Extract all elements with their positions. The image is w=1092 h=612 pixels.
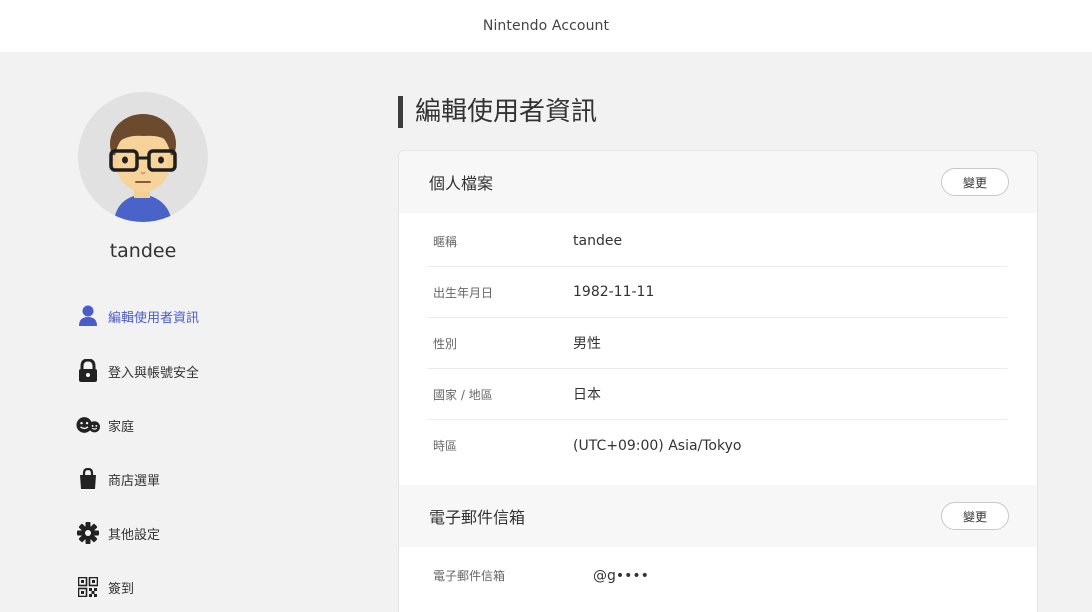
sidebar-item-family[interactable]: 家庭	[76, 411, 134, 439]
sidebar-item-label: 編輯使用者資訊	[108, 310, 200, 326]
field-value: 男性	[573, 336, 601, 352]
user-info-card: 個人檔案 變更 暱稱 tandee 出生年月日 1982-11-11 性別 男性…	[398, 150, 1038, 612]
sidebar-item-other-settings[interactable]: 其他設定	[76, 519, 160, 547]
info-row-timezone: 時區 (UTC+09:00) Asia/Tokyo	[427, 420, 1007, 471]
profile-section-header: 個人檔案 變更	[399, 151, 1037, 213]
info-row-email: 電子郵件信箱 @g••••	[427, 550, 1007, 601]
info-row-birthday: 出生年月日 1982-11-11	[427, 267, 1007, 318]
sidebar-item-label: 其他設定	[108, 527, 161, 543]
shopping-bag-icon	[76, 467, 100, 491]
app-title: Nintendo Account	[482, 18, 610, 34]
sidebar-item-label: 商店選單	[108, 473, 161, 489]
info-row-gender: 性別 男性	[427, 318, 1007, 369]
field-value: (UTC+09:00) Asia/Tokyo	[573, 437, 742, 454]
email-section-header: 電子郵件信箱 變更	[399, 485, 1037, 547]
section-title: 電子郵件信箱	[429, 508, 526, 527]
field-label: 電子郵件信箱	[433, 569, 506, 583]
qr-code-icon	[76, 575, 100, 599]
mii-avatar-icon	[109, 114, 177, 222]
info-row-nickname: 暱稱 tandee	[427, 216, 1007, 267]
sidebar: tandee 編輯使用者資訊 登入與帳號安全 家庭 商店選單 其他設定 簽到	[0, 52, 290, 612]
sidebar-item-label: 家庭	[108, 419, 135, 435]
sidebar-item-label: 登入與帳號安全	[108, 365, 200, 381]
sidebar-item-shop-menu[interactable]: 商店選單	[76, 465, 160, 493]
family-icon	[76, 413, 100, 437]
sidebar-item-label: 簽到	[108, 581, 135, 597]
field-label: 出生年月日	[433, 285, 494, 300]
field-label: 時區	[433, 439, 458, 453]
avatar	[78, 92, 208, 222]
field-value: @g••••	[593, 567, 649, 584]
change-profile-button[interactable]: 變更	[941, 168, 1009, 196]
field-label: 性別	[433, 336, 458, 351]
person-icon	[76, 304, 100, 328]
sidebar-item-check-in[interactable]: 簽到	[76, 573, 134, 601]
lock-icon	[76, 359, 100, 383]
field-value: 1982-11-11	[573, 284, 655, 300]
sidebar-item-login-security[interactable]: 登入與帳號安全	[76, 357, 199, 385]
top-bar: Nintendo Account	[0, 0, 1092, 52]
section-title: 個人檔案	[429, 174, 494, 193]
change-email-button[interactable]: 變更	[941, 502, 1009, 530]
page-title: 編輯使用者資訊	[398, 96, 597, 128]
field-value: tandee	[573, 233, 623, 249]
field-value: 日本	[573, 387, 601, 403]
field-label: 國家 / 地區	[433, 387, 493, 402]
info-row-country: 國家 / 地區 日本	[427, 369, 1007, 420]
username: tandee	[109, 240, 177, 262]
sidebar-item-edit-user-info[interactable]: 編輯使用者資訊	[76, 302, 199, 330]
field-label: 暱稱	[433, 234, 458, 249]
gear-icon	[76, 521, 100, 545]
